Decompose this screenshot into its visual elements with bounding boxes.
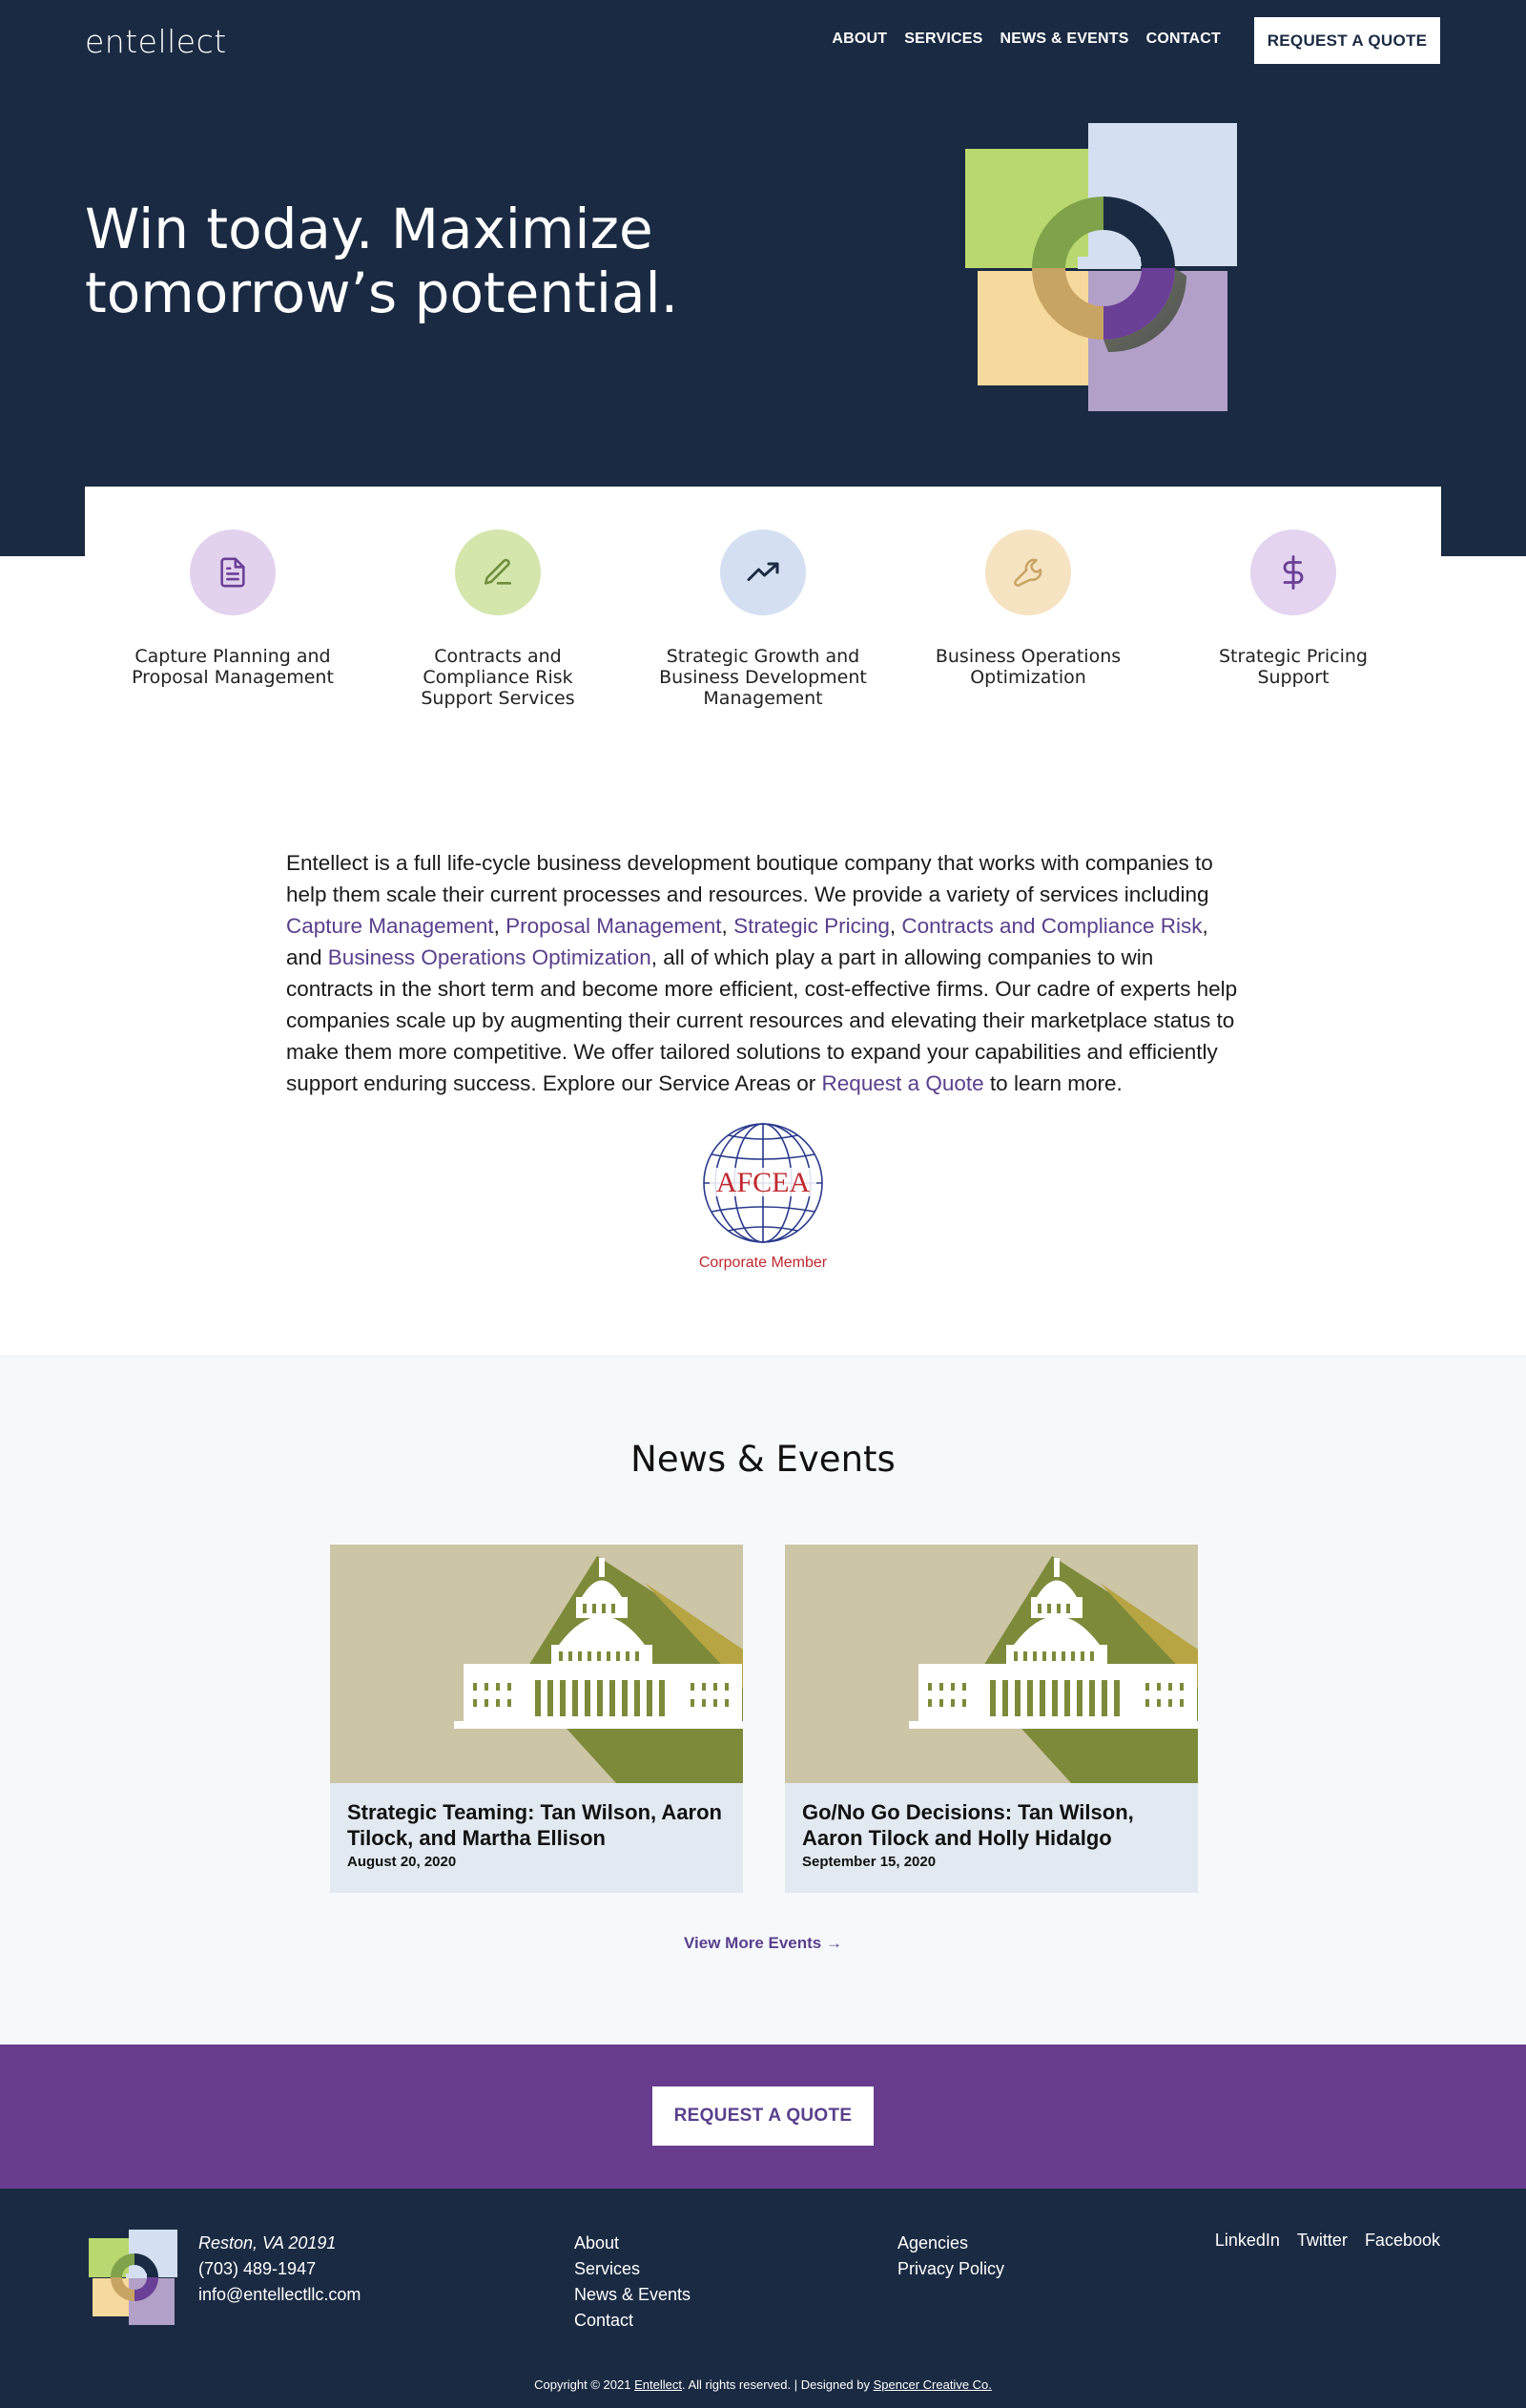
copyright-brand-link[interactable]: Entellect [634,2377,682,2392]
service-strategic-pricing[interactable]: Strategic Pricing Support [1184,529,1403,754]
view-more-events-link[interactable]: View More Events → [0,1934,1526,1953]
service-contracts-compliance[interactable]: Contracts and Compliance Risk Support Se… [388,529,608,754]
trending-up-icon [747,562,779,581]
news-card-image [330,1545,743,1783]
footer-phone[interactable]: (703) 489-1947 [198,2256,361,2282]
copyright-text: Copyright © 2021 [534,2377,635,2392]
news-title: News & Events [630,1439,896,1480]
service-label: Business Operations Optimization [935,646,1122,688]
link-contracts-compliance[interactable]: Contracts and Compliance Risk [901,914,1202,938]
about-text: Entellect is a full life-cycle business … [286,851,1213,906]
footer-logo-mark[interactable] [89,2230,178,2325]
cta-band: REQUEST A QUOTE [0,2045,1526,2189]
footer-links-secondary: Agencies Privacy Policy [897,2231,1004,2282]
about-text: to learn more. [983,1071,1123,1095]
link-business-operations[interactable]: Business Operations Optimization [328,945,651,969]
services-strip: Capture Planning and Proposal Management… [85,487,1441,754]
footer-city: Reston, VA 20191 [198,2233,337,2252]
capitol-illustration [909,1556,1198,1783]
service-circle [720,529,806,615]
news-card-image [785,1545,1198,1783]
footer-copyright: Copyright © 2021 Entellect. All rights r… [0,2377,1526,2392]
news-card[interactable]: Go/No Go Decisions: Tan Wilson, Aaron Ti… [785,1545,1198,1893]
service-business-operations[interactable]: Business Operations Optimization [918,529,1138,754]
news-card[interactable]: Strategic Teaming: Tan Wilson, Aaron Til… [330,1545,743,1893]
document-icon [220,557,245,588]
footer-link-news-events[interactable]: News & Events [574,2282,691,2308]
footer-link-agencies[interactable]: Agencies [897,2231,1004,2256]
nav-services[interactable]: SERVICES [904,31,982,48]
hero-title: Win today. Maximize tomorrow’s potential… [85,197,679,325]
wrench-icon [1014,558,1042,587]
copyright-text: . All rights reserved. | Designed by [681,2377,874,2392]
news-card-date: August 20, 2020 [347,1854,457,1870]
service-label: Contracts and Compliance Risk Support Se… [421,646,575,709]
footer-twitter[interactable]: Twitter [1297,2231,1348,2251]
header-request-quote-button[interactable]: REQUEST A QUOTE [1254,17,1440,64]
site-footer: Reston, VA 20191 (703) 489-1947 info@ent… [0,2189,1526,2408]
view-more-events-label[interactable]: View More Events → [684,1934,842,1952]
about-text: , [493,914,506,938]
footer-links-main: About Services News & Events Contact [574,2231,691,2334]
afcea-badge: AFCEA Corporate Member [699,1123,828,1271]
link-request-quote[interactable]: Request a Quote [822,1071,984,1095]
capitol-illustration [454,1556,743,1783]
footer-facebook[interactable]: Facebook [1365,2231,1440,2251]
afcea-caption: Corporate Member [699,1255,828,1271]
footer-social-links: LinkedIn Twitter Facebook [1215,2231,1440,2251]
news-card-title[interactable]: Go/No Go Decisions: Tan Wilson, Aaron Ti… [802,1799,1181,1851]
link-capture-management[interactable]: Capture Management [286,914,494,938]
service-capture-planning[interactable]: Capture Planning and Proposal Management [123,529,342,754]
service-label: Strategic Growth and Business Developmen… [659,646,867,709]
nav-about[interactable]: ABOUT [832,31,887,48]
hero-section: entellect ABOUT SERVICES NEWS & EVENTS C… [0,0,1526,556]
main-nav: ABOUT SERVICES NEWS & EVENTS CONTACT [832,31,1221,48]
service-strategic-growth[interactable]: Strategic Growth and Business Developmen… [653,529,873,754]
news-card-title[interactable]: Strategic Teaming: Tan Wilson, Aaron Til… [347,1799,726,1851]
pencil-icon [484,558,512,585]
about-text: , [889,914,902,938]
link-strategic-pricing[interactable]: Strategic Pricing [733,914,890,938]
dollar-icon [1283,555,1304,590]
service-circle [455,529,541,615]
footer-link-about[interactable]: About [574,2231,691,2256]
footer-link-privacy[interactable]: Privacy Policy [897,2256,1004,2282]
designer-link[interactable]: Spencer Creative Co. [874,2377,992,2392]
link-proposal-management[interactable]: Proposal Management [505,914,721,938]
site-logo[interactable]: entellect [85,23,227,60]
service-circle [1250,529,1336,615]
nav-contact[interactable]: CONTACT [1146,31,1221,48]
service-circle [190,529,276,615]
footer-contact-info: Reston, VA 20191 (703) 489-1947 info@ent… [198,2231,361,2308]
footer-email[interactable]: info@entellectllc.com [198,2282,361,2308]
news-section: News & Events Strategic Teaming: Tan Wil… [0,1356,1526,2045]
news-card-date: September 15, 2020 [802,1854,937,1870]
service-label: Strategic Pricing Support [1219,646,1368,688]
footer-linkedin[interactable]: LinkedIn [1215,2231,1280,2251]
hero-logo-mark [965,123,1237,411]
service-label: Capture Planning and Proposal Management [132,646,334,688]
about-paragraph: Entellect is a full life-cycle business … [286,847,1240,1099]
footer-link-contact[interactable]: Contact [574,2308,691,2334]
cta-request-quote-button[interactable]: REQUEST A QUOTE [652,2086,874,2146]
about-text: , [721,914,734,938]
footer-link-services[interactable]: Services [574,2256,691,2282]
nav-news-events[interactable]: NEWS & EVENTS [1000,31,1129,48]
afcea-name: AFCEA [716,1167,811,1198]
service-circle [985,529,1071,615]
